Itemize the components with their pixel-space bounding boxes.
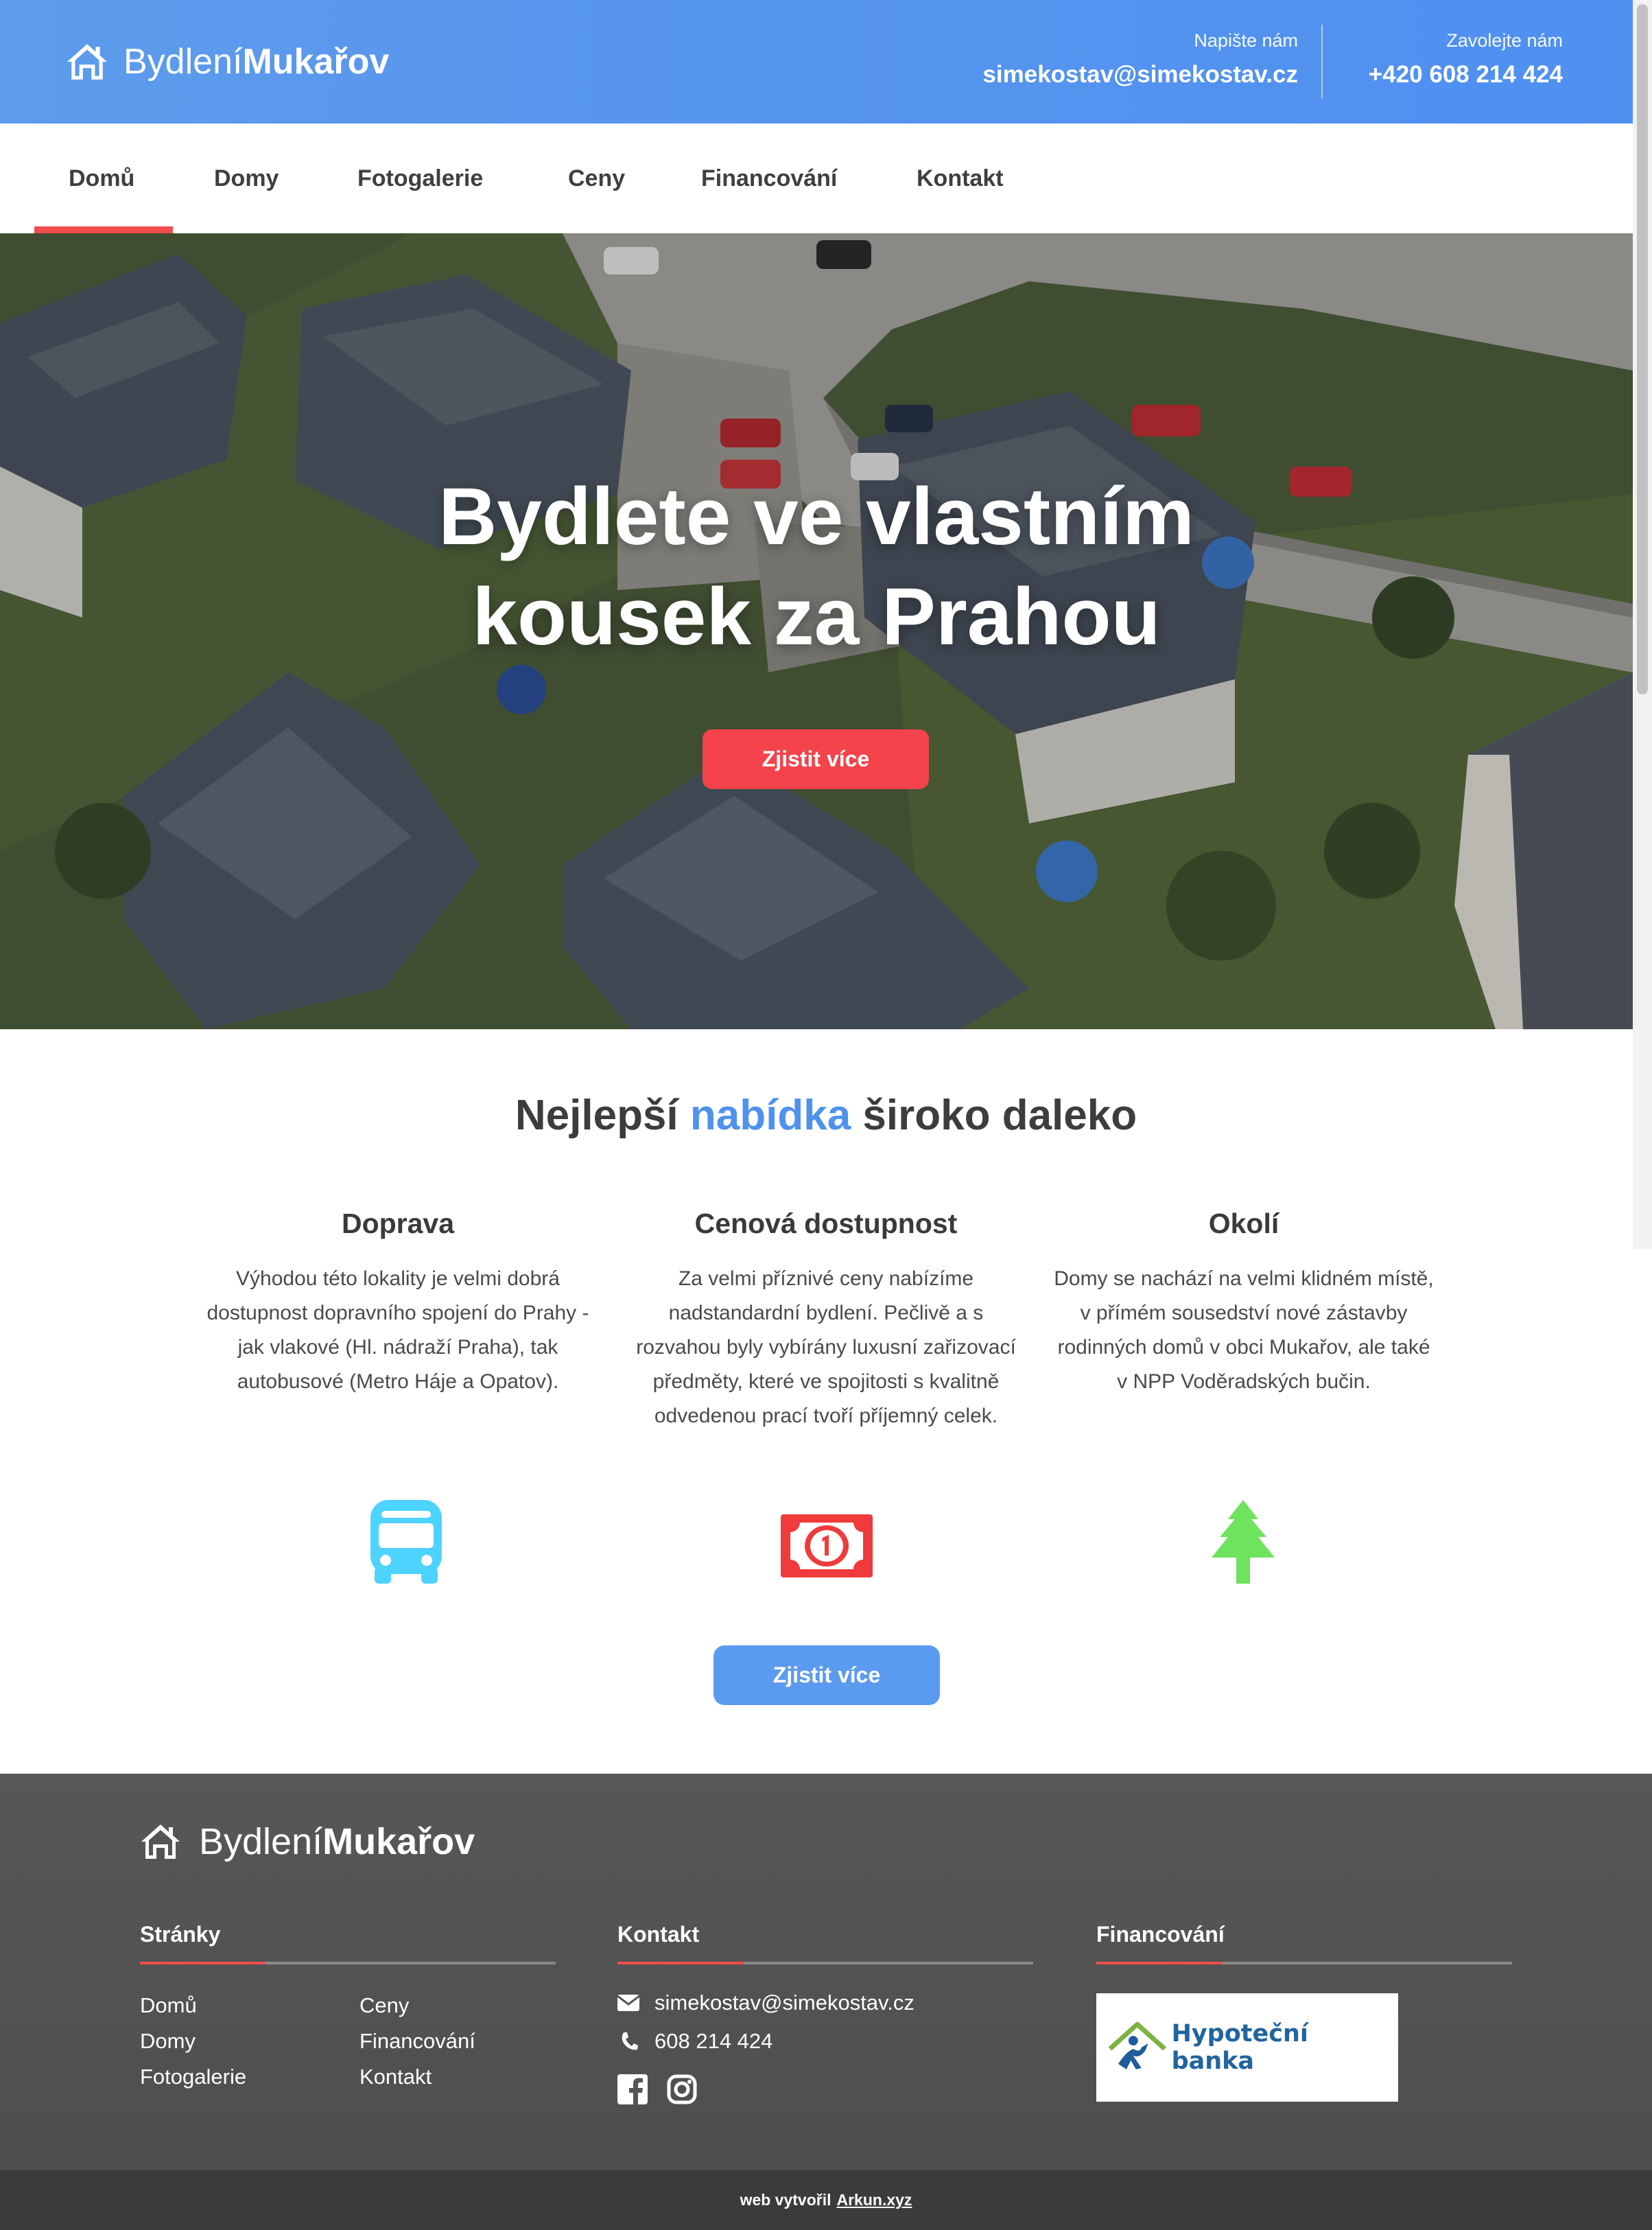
feature-okoli: Okolí Domy se nachází na velmi klidném m…: [1052, 1208, 1436, 1399]
feature-title: Cenová dostupnost: [694, 1208, 958, 1239]
footer-link-ceny[interactable]: Ceny: [359, 1993, 409, 2018]
phone-label: Zavolejte nám: [1446, 30, 1563, 51]
logo-text-light: Bydlení: [123, 42, 243, 82]
nav-item-domu[interactable]: Domů: [69, 124, 134, 233]
footer-email-text: simekostav@simekostav.cz: [654, 1991, 914, 2015]
hypotecni-banka-logo[interactable]: Hypoteční banka: [1096, 1993, 1398, 2102]
header-email-block: Napište nám simekostav@simekostav.cz: [982, 30, 1298, 89]
footer-financing-title: Financování: [1096, 1922, 1225, 1947]
feature-doprava: Doprava Výhodou této lokality je velmi d…: [206, 1208, 590, 1399]
footer-email[interactable]: simekostav@simekostav.cz: [617, 1991, 914, 2015]
feature-text: Za velmi příznivé ceny nabízíme nadstand…: [636, 1267, 1016, 1427]
header-email-link[interactable]: simekostav@simekostav.cz: [982, 61, 1298, 89]
header-phone-link[interactable]: +420 608 214 424: [1369, 61, 1563, 89]
envelope-icon: [617, 1995, 639, 2011]
header-divider: [1321, 25, 1323, 99]
tree-icon: [1212, 1500, 1275, 1584]
footer-link-fotogalerie[interactable]: Fotogalerie: [140, 2065, 246, 2089]
feature-text: Domy se nachází na velmi klidném místě, …: [1054, 1267, 1434, 1393]
footer-pages-underline: [140, 1962, 556, 1964]
feature-text: Výhodou této lokality je velmi dobrá dos…: [206, 1267, 589, 1393]
credit-bar: web vytvořil Arkun.xyz: [0, 2170, 1652, 2230]
hero-title-line1: Bydlete ve vlastním: [438, 471, 1194, 562]
credit-link[interactable]: Arkun.xyz: [837, 2191, 912, 2209]
feature-title: Okolí: [1208, 1208, 1279, 1239]
top-header: BydleníMukařov Napište nám simekostav@si…: [0, 0, 1633, 124]
bank-logo-icon: [1108, 2021, 1166, 2069]
header-phone-block: Zavolejte nám +420 608 214 424: [1369, 30, 1563, 89]
nav-item-fotogalerie[interactable]: Fotogalerie: [357, 124, 483, 233]
money-icon: [781, 1514, 873, 1577]
home-icon: [67, 44, 107, 80]
footer-financing-underline: [1096, 1962, 1512, 1964]
nav-active-indicator: [34, 226, 173, 233]
nav-item-kontakt[interactable]: Kontakt: [917, 124, 1004, 233]
instagram-icon[interactable]: [667, 2074, 697, 2104]
bus-icon: [370, 1500, 442, 1584]
footer-link-kontakt[interactable]: Kontakt: [359, 2065, 432, 2089]
site-logo[interactable]: BydleníMukařov: [66, 36, 389, 88]
footer-link-domu[interactable]: Domů: [140, 1993, 197, 2018]
home-icon: [141, 1824, 180, 1859]
facebook-icon[interactable]: [617, 2074, 648, 2104]
scrollbar-thumb[interactable]: [1637, 4, 1648, 694]
main-nav: Domů Domy Fotogalerie Ceny Financování K…: [0, 124, 1633, 233]
footer-link-financovani[interactable]: Financování: [359, 2029, 475, 2054]
credit-text: web vytvořil: [740, 2191, 831, 2209]
offer-section-title: Nejlepší nabídka široko daleko: [0, 1091, 1652, 1140]
footer-link-domy[interactable]: Domy: [140, 2029, 196, 2054]
site-footer: BydleníMukařov Stránky Domů Domy Fotogal…: [0, 1774, 1652, 2172]
bank-name: Hypoteční banka: [1171, 2020, 1308, 2075]
footer-phone[interactable]: 608 214 424: [620, 2029, 772, 2054]
phone-icon: [622, 2032, 638, 2050]
offer-title-accent: nabídka: [689, 1092, 851, 1139]
feature-cenova-dostupnost: Cenová dostupnost Za velmi příznivé ceny…: [634, 1208, 1018, 1433]
hero-section: Bydlete ve vlastním kousek za Prahou Zji…: [0, 233, 1633, 1029]
footer-contact-underline: [617, 1962, 1033, 1964]
nav-item-financovani[interactable]: Financování: [701, 124, 837, 233]
offer-learn-more-button[interactable]: Zjistit více: [713, 1645, 940, 1705]
footer-contact-title: Kontakt: [617, 1922, 700, 1947]
email-label: Napište nám: [1194, 30, 1298, 51]
footer-pages-title: Stránky: [140, 1922, 221, 1947]
footer-phone-text: 608 214 424: [654, 2029, 773, 2053]
hero-title: Bydlete ve vlastním kousek za Prahou: [0, 467, 1633, 667]
offer-title-pre: Nejlepší: [515, 1092, 678, 1139]
nav-item-domy[interactable]: Domy: [214, 124, 279, 233]
logo-text-bold: Mukařov: [242, 42, 390, 82]
offer-title-post: široko daleko: [862, 1092, 1137, 1139]
hero-title-line2: kousek za Prahou: [472, 572, 1161, 662]
footer-logo-bold: Mukařov: [322, 1821, 475, 1862]
nav-item-ceny[interactable]: Ceny: [568, 124, 625, 233]
hero-learn-more-button[interactable]: Zjistit více: [703, 729, 929, 789]
footer-logo-light: Bydlení: [199, 1821, 323, 1862]
feature-title: Doprava: [341, 1208, 455, 1239]
footer-logo[interactable]: BydleníMukařov: [140, 1823, 475, 1860]
